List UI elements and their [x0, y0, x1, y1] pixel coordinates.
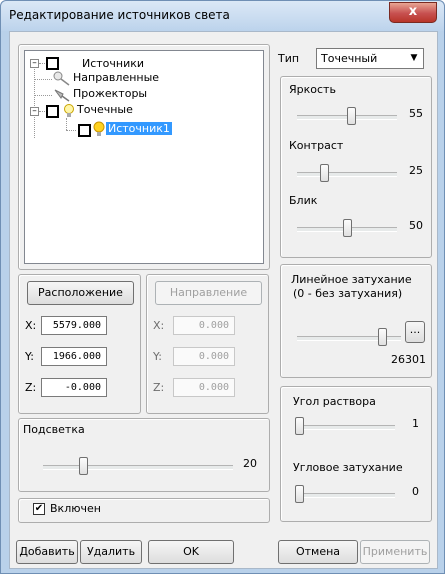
z-label: Z:	[25, 381, 37, 394]
backlight-label: Подсветка	[23, 423, 85, 436]
dialog-client-area: – Источники Направленные Прожекторы – То…	[9, 31, 438, 569]
direction-y-field[interactable]: 0.000	[173, 347, 235, 366]
expand-collapse-icon[interactable]: –	[30, 59, 39, 68]
type-label: Тип	[278, 52, 300, 65]
tree-connector	[39, 111, 45, 112]
tree-connector	[34, 95, 52, 96]
position-z-field[interactable]: -0.000	[41, 378, 107, 397]
attenuation-value: 26301	[391, 353, 426, 366]
attenuation-browse-button[interactable]: ...	[405, 321, 425, 343]
brightness-value: 55	[409, 107, 423, 120]
backlight-slider-track[interactable]	[43, 465, 233, 470]
brightness-label: Яркость	[289, 83, 336, 96]
position-y-field[interactable]: 1966.000	[41, 347, 107, 366]
light-params-panel: Яркость 55 Контраст 25 Блик 50	[280, 76, 432, 258]
direction-button[interactable]: Направление	[155, 281, 262, 305]
tree-item-source1[interactable]: Источник1	[106, 122, 172, 135]
expand-collapse-icon[interactable]: –	[30, 107, 39, 116]
angular-attenuation-value: 0	[412, 485, 419, 498]
spotlight-icon	[54, 89, 70, 102]
direction-z-field[interactable]: 0.000	[173, 378, 235, 397]
position-button[interactable]: Расположение	[27, 281, 134, 305]
angle-label: Угол раствора	[293, 395, 376, 408]
point-light-icon	[64, 104, 74, 117]
tree-item-sources[interactable]: Источники	[82, 57, 144, 70]
angle-panel: Угол раствора 1 Угловое затухание 0	[280, 386, 432, 522]
angular-attenuation-label: Угловое затухание	[293, 461, 403, 474]
tree-checkbox[interactable]	[46, 57, 59, 70]
enabled-label[interactable]: Включен	[50, 502, 101, 515]
y-label: Y:	[153, 350, 162, 363]
backlight-panel: Подсветка 20	[18, 418, 270, 492]
z-label: Z:	[153, 381, 165, 394]
tree-connector	[66, 130, 76, 131]
dialog-window: Редактирование источников света x – Исто…	[0, 0, 445, 574]
tree-item-directional[interactable]: Направленные	[73, 71, 159, 84]
tree-panel: – Источники Направленные Прожекторы – То…	[18, 44, 270, 270]
backlight-value: 20	[243, 457, 257, 470]
contrast-slider-track[interactable]	[297, 172, 397, 177]
window-title: Редактирование источников света	[9, 8, 230, 22]
cancel-button[interactable]: Отмена	[278, 540, 358, 564]
contrast-value: 25	[409, 164, 423, 177]
backlight-slider-thumb[interactable]	[79, 457, 89, 475]
add-button[interactable]: Добавить	[16, 540, 78, 564]
apply-button[interactable]: Применить	[360, 540, 430, 564]
glare-slider-thumb[interactable]	[342, 219, 352, 237]
attenuation-slider-thumb[interactable]	[377, 328, 387, 346]
angular-attenuation-slider-thumb[interactable]	[295, 485, 304, 503]
type-select-value: Точечный	[321, 52, 378, 65]
y-label: Y:	[25, 350, 34, 363]
x-label: X:	[153, 319, 165, 332]
glare-label: Блик	[289, 194, 318, 207]
angular-attenuation-slider-track[interactable]	[295, 493, 395, 498]
contrast-slider-thumb[interactable]	[319, 164, 329, 182]
tree-connector	[34, 79, 52, 80]
direction-x-field[interactable]: 0.000	[173, 316, 235, 335]
position-panel: Расположение X: 5579.000 Y: 1966.000 Z: …	[18, 274, 141, 414]
enabled-checkbox[interactable]: ✔	[33, 503, 45, 515]
tree-connector	[66, 118, 67, 130]
directional-light-icon	[53, 71, 70, 86]
light-sources-tree[interactable]: – Источники Направленные Прожекторы – То…	[24, 50, 264, 264]
brightness-slider-thumb[interactable]	[347, 107, 357, 125]
contrast-label: Контраст	[289, 139, 344, 152]
glare-value: 50	[409, 219, 423, 232]
tree-item-spotlights[interactable]: Прожекторы	[73, 87, 147, 100]
title-bar[interactable]: Редактирование источников света x	[1, 1, 444, 31]
bulb-icon	[93, 121, 105, 136]
close-button[interactable]: x	[389, 2, 437, 23]
angle-slider-track[interactable]	[295, 425, 395, 430]
x-label: X:	[25, 319, 37, 332]
attenuation-label: Линейное затухание	[291, 273, 412, 286]
ok-button[interactable]: OK	[148, 540, 234, 564]
attenuation-panel: Линейное затухание (0 - без затухания) .…	[280, 264, 432, 378]
tree-connector	[39, 63, 45, 64]
attenuation-sublabel: (0 - без затухания)	[293, 287, 403, 300]
tree-checkbox[interactable]	[78, 124, 91, 137]
direction-panel: Направление X: 0.000 Y: 0.000 Z: 0.000	[146, 274, 269, 414]
enabled-panel: ✔ Включен	[18, 498, 270, 523]
delete-button[interactable]: Удалить	[80, 540, 142, 564]
position-x-field[interactable]: 5579.000	[41, 316, 107, 335]
angle-value: 1	[412, 417, 419, 430]
tree-item-point[interactable]: Точечные	[77, 103, 133, 116]
chevron-down-icon[interactable]: ▼	[406, 50, 422, 67]
type-select[interactable]: Точечный ▼	[316, 48, 424, 69]
tree-checkbox[interactable]	[46, 105, 59, 118]
angle-slider-thumb[interactable]	[295, 417, 304, 435]
